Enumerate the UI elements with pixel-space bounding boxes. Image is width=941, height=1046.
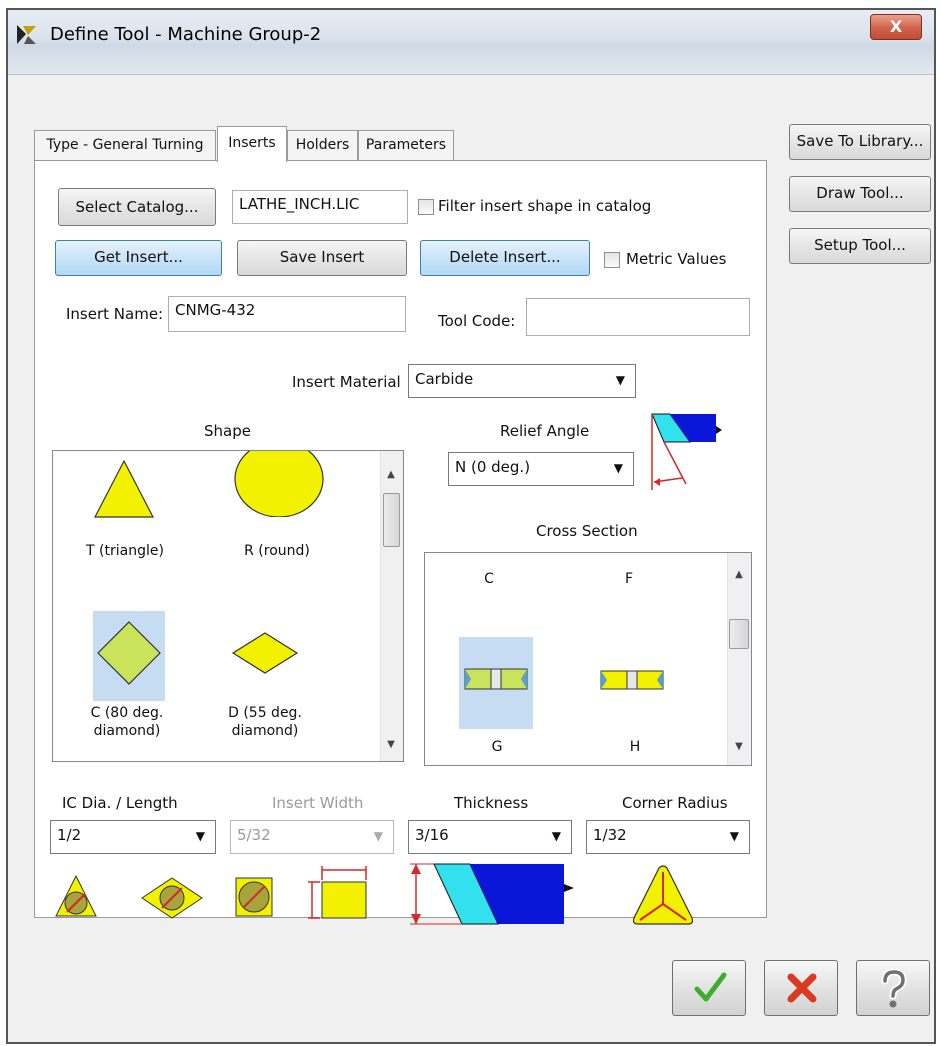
- chevron-down-icon: ▼: [613, 461, 623, 475]
- cross-section-list[interactable]: ▲ ▼ C F G H: [424, 552, 752, 766]
- round-shape-icon[interactable]: [233, 451, 325, 517]
- cross-section-scroll-thumb[interactable]: [729, 619, 749, 649]
- question-mark-icon: [881, 969, 907, 1008]
- thickness-value: 3/16: [415, 826, 449, 844]
- corner-radius-value: 1/32: [593, 826, 627, 844]
- scroll-up-arrow-icon[interactable]: ▲: [383, 469, 399, 480]
- close-x-icon: [787, 973, 817, 1003]
- metric-values-label: Metric Values: [626, 250, 727, 268]
- tab-holders[interactable]: Holders: [287, 130, 358, 160]
- save-insert-button[interactable]: Save Insert: [237, 240, 407, 276]
- ic-dia-select[interactable]: 1/2 ▼: [50, 820, 216, 854]
- corner-radius-select[interactable]: 1/32 ▼: [586, 820, 750, 854]
- insert-width-diagram-icon: [308, 866, 367, 919]
- cross-section-item-label[interactable]: G: [477, 739, 517, 756]
- draw-tool-button[interactable]: Draw Tool...: [789, 176, 931, 212]
- filter-shape-label: Filter insert shape in catalog: [438, 197, 652, 215]
- cross-section-item-label[interactable]: H: [615, 739, 655, 756]
- shape-list-scroll-thumb[interactable]: [383, 493, 400, 547]
- shape-list[interactable]: ▲ ▼ T (triangle) R (round) C (80 deg. di…: [52, 450, 404, 762]
- thickness-diagram-icon: [410, 863, 574, 925]
- diamond-55-shape-icon[interactable]: [231, 627, 299, 679]
- ic-square-diagram-icon: [235, 877, 273, 917]
- cross-section-g-icon[interactable]: [463, 665, 529, 693]
- ic-dia-value: 1/2: [57, 826, 82, 844]
- shape-item-label[interactable]: T (triangle): [65, 543, 185, 560]
- thickness-label: Thickness: [454, 794, 529, 812]
- tool-code-input[interactable]: [526, 298, 750, 336]
- thickness-select[interactable]: 3/16 ▼: [408, 820, 572, 854]
- insert-material-select[interactable]: Carbide ▼: [408, 364, 636, 398]
- triangle-shape-icon[interactable]: [93, 457, 155, 519]
- chevron-down-icon: ▼: [615, 373, 625, 387]
- tab-type-general-turning[interactable]: Type - General Turning: [34, 130, 216, 160]
- tab-parameters[interactable]: Parameters: [358, 130, 454, 160]
- catalog-file-field[interactable]: LATHE_INCH.LIC: [232, 190, 408, 224]
- insert-material-label: Insert Material: [292, 373, 401, 391]
- select-catalog-button[interactable]: Select Catalog...: [58, 188, 216, 226]
- ic-triangle-diagram-icon: [55, 874, 97, 917]
- metric-values-checkbox[interactable]: [604, 252, 620, 268]
- shape-item-label-line2[interactable]: diamond): [205, 723, 325, 740]
- corner-radius-label: Corner Radius: [622, 794, 728, 812]
- ic-diamond-diagram-icon: [141, 877, 203, 919]
- get-insert-button[interactable]: Get Insert...: [55, 240, 222, 276]
- filter-shape-checkbox[interactable]: [418, 199, 434, 215]
- setup-tool-button[interactable]: Setup Tool...: [789, 228, 931, 264]
- relief-angle-select[interactable]: N (0 deg.) ▼: [448, 452, 634, 486]
- help-button[interactable]: [856, 960, 930, 1016]
- relief-angle-label: Relief Angle: [500, 422, 590, 440]
- save-to-library-button[interactable]: Save To Library...: [789, 124, 931, 160]
- shape-item-label[interactable]: D (55 deg.: [205, 705, 325, 722]
- checkmark-icon: [694, 972, 727, 1002]
- close-button[interactable]: X: [870, 14, 922, 40]
- chevron-down-icon: ▼: [551, 829, 561, 843]
- insert-width-select: 5/32 ▼: [230, 820, 394, 854]
- shape-item-label-line2[interactable]: diamond): [67, 723, 187, 740]
- shape-heading: Shape: [204, 422, 251, 440]
- delete-insert-button[interactable]: Delete Insert...: [420, 240, 590, 276]
- chevron-down-icon: ▼: [373, 829, 383, 843]
- chevron-down-icon: ▼: [729, 829, 739, 843]
- scroll-up-arrow-icon[interactable]: ▲: [731, 569, 747, 580]
- insert-name-label: Insert Name:: [66, 305, 164, 323]
- insert-name-input[interactable]: CNMG-432: [168, 296, 406, 332]
- shape-item-label[interactable]: C (80 deg.: [67, 705, 187, 722]
- relief-angle-value: N (0 deg.): [455, 458, 531, 476]
- scroll-down-arrow-icon[interactable]: ▼: [731, 741, 747, 752]
- cancel-button[interactable]: [764, 960, 838, 1016]
- corner-radius-diagram-icon: [632, 865, 694, 925]
- cross-section-h-icon[interactable]: [599, 667, 665, 693]
- scroll-down-arrow-icon[interactable]: ▼: [383, 739, 399, 750]
- cross-section-scrollbar[interactable]: [727, 553, 751, 765]
- ic-dia-label: IC Dia. / Length: [62, 794, 178, 812]
- chevron-down-icon: ▼: [195, 829, 205, 843]
- window-title: Define Tool - Machine Group-2: [50, 24, 322, 45]
- insert-material-value: Carbide: [415, 370, 474, 388]
- diamond-80-shape-icon[interactable]: [95, 619, 163, 687]
- tab-inserts[interactable]: Inserts: [217, 126, 287, 162]
- cross-section-item-label[interactable]: F: [609, 571, 649, 588]
- ok-button[interactable]: [672, 960, 746, 1016]
- shape-item-label[interactable]: R (round): [217, 543, 337, 560]
- cross-section-heading: Cross Section: [536, 522, 638, 540]
- tool-code-label: Tool Code:: [438, 312, 516, 330]
- relief-angle-diagram-icon: [651, 413, 722, 490]
- insert-width-value: 5/32: [237, 826, 271, 844]
- insert-width-label: Insert Width: [272, 794, 364, 812]
- cross-section-item-label[interactable]: C: [469, 571, 509, 588]
- app-logo-icon: [17, 25, 36, 44]
